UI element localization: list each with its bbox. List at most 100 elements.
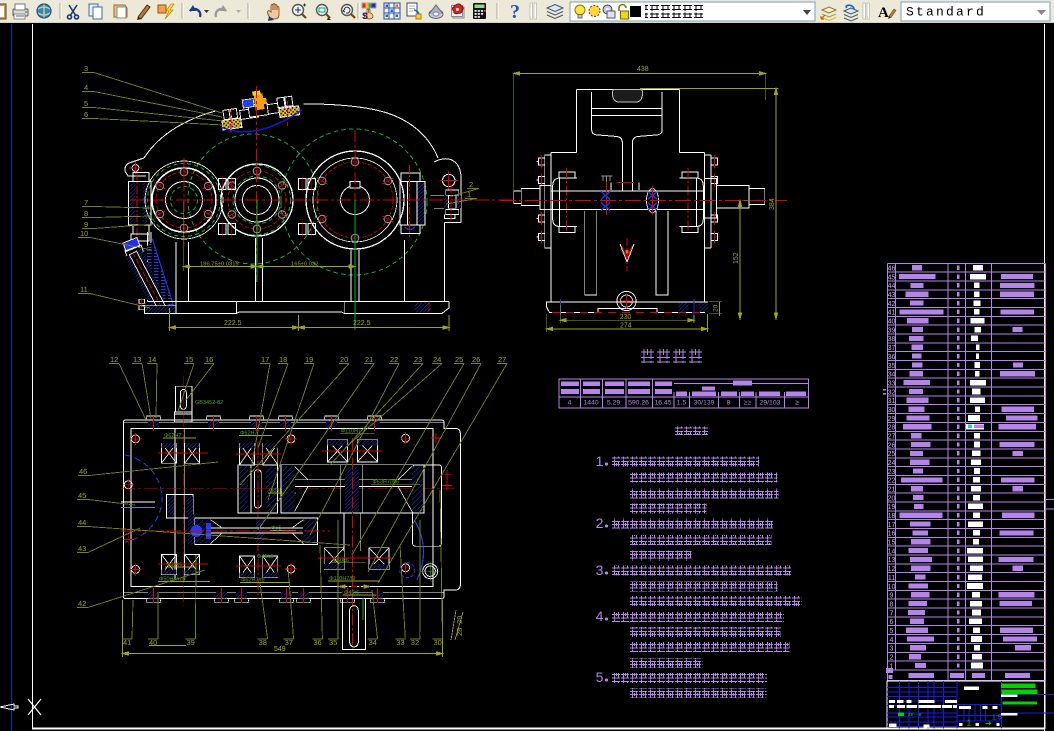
svg-text:13: 13 bbox=[133, 355, 141, 364]
svg-text:30: 30 bbox=[888, 407, 896, 414]
svg-text:1.5: 1.5 bbox=[677, 400, 687, 407]
svg-text:8: 8 bbox=[890, 601, 894, 608]
svg-text:27: 27 bbox=[888, 434, 896, 441]
svg-text:28: 28 bbox=[888, 425, 896, 432]
svg-text:24: 24 bbox=[433, 355, 441, 364]
svg-text:222.5: 222.5 bbox=[353, 320, 371, 327]
svg-text:13: 13 bbox=[888, 557, 896, 564]
svg-text:5: 5 bbox=[84, 99, 88, 108]
svg-text:S: S bbox=[362, 11, 368, 21]
svg-text:45: 45 bbox=[78, 491, 86, 500]
svg-text:5: 5 bbox=[890, 628, 894, 635]
svg-text:7: 7 bbox=[890, 610, 894, 617]
svg-text:29/103: 29/103 bbox=[760, 400, 781, 407]
svg-text:438: 438 bbox=[637, 66, 649, 73]
svg-text:31: 31 bbox=[888, 398, 896, 405]
svg-text:17: 17 bbox=[261, 355, 269, 364]
svg-text:GB3452-82: GB3452-82 bbox=[195, 400, 223, 406]
svg-text:44: 44 bbox=[888, 283, 896, 290]
svg-text:10: 10 bbox=[888, 584, 896, 591]
svg-text:2: 2 bbox=[890, 655, 894, 662]
svg-text:29: 29 bbox=[455, 616, 464, 624]
svg-text:42: 42 bbox=[888, 301, 896, 308]
svg-text:5.29: 5.29 bbox=[607, 400, 620, 407]
svg-text:1440: 1440 bbox=[583, 400, 598, 407]
svg-text:1: 1 bbox=[967, 719, 972, 728]
svg-text:19: 19 bbox=[888, 504, 896, 511]
svg-text:?: ? bbox=[510, 1, 520, 23]
svg-text:9: 9 bbox=[84, 220, 88, 229]
svg-text:29: 29 bbox=[888, 416, 896, 423]
svg-text:1:5: 1:5 bbox=[992, 715, 1002, 722]
svg-text:17: 17 bbox=[888, 522, 896, 529]
svg-text:21: 21 bbox=[365, 355, 373, 364]
svg-text:25: 25 bbox=[888, 451, 896, 458]
svg-text:42: 42 bbox=[78, 599, 86, 608]
svg-text:24: 24 bbox=[888, 460, 896, 467]
svg-text:9: 9 bbox=[890, 593, 894, 600]
svg-text:46: 46 bbox=[888, 266, 896, 273]
svg-text:20: 20 bbox=[340, 355, 348, 364]
svg-text:27: 27 bbox=[498, 355, 506, 364]
svg-text:4: 4 bbox=[890, 637, 894, 644]
svg-text:44: 44 bbox=[78, 518, 86, 527]
svg-text:8: 8 bbox=[84, 209, 88, 218]
svg-text:Φ45k6: Φ45k6 bbox=[257, 554, 273, 560]
svg-text:1: 1 bbox=[596, 453, 604, 469]
svg-text:≥≥: ≥≥ bbox=[744, 400, 752, 407]
svg-text:26: 26 bbox=[472, 355, 480, 364]
svg-text:152: 152 bbox=[733, 252, 740, 264]
svg-text:20: 20 bbox=[713, 304, 720, 312]
svg-text:43: 43 bbox=[78, 544, 86, 553]
svg-text:15: 15 bbox=[888, 540, 896, 547]
svg-text:16: 16 bbox=[205, 355, 213, 364]
svg-text:14: 14 bbox=[148, 355, 156, 364]
svg-text:18: 18 bbox=[888, 513, 896, 520]
svg-text:4: 4 bbox=[84, 83, 88, 92]
svg-text:25: 25 bbox=[455, 355, 463, 364]
svg-text:22: 22 bbox=[888, 478, 896, 485]
svg-text:1: 1 bbox=[467, 190, 471, 199]
svg-text:Standard: Standard bbox=[906, 5, 986, 20]
svg-text:36: 36 bbox=[888, 354, 896, 361]
svg-text:18: 18 bbox=[279, 355, 287, 364]
svg-text:6: 6 bbox=[890, 619, 894, 626]
svg-text:8: 8 bbox=[727, 400, 731, 407]
svg-text:7: 7 bbox=[84, 198, 88, 207]
svg-text:590.26: 590.26 bbox=[628, 400, 649, 407]
svg-text:ZH--B: ZH--B bbox=[908, 712, 922, 718]
svg-text:34: 34 bbox=[888, 372, 896, 379]
svg-text:43: 43 bbox=[888, 292, 896, 299]
svg-text:11: 11 bbox=[888, 575, 895, 582]
svg-text:222.5: 222.5 bbox=[224, 320, 242, 327]
svg-text:46: 46 bbox=[79, 467, 87, 476]
svg-text:37: 37 bbox=[888, 345, 896, 352]
svg-text:6: 6 bbox=[84, 110, 88, 119]
svg-text:165±0.032: 165±0.032 bbox=[291, 261, 318, 267]
svg-text:16.45: 16.45 bbox=[654, 400, 671, 407]
svg-text:38: 38 bbox=[888, 336, 896, 343]
svg-text:384: 384 bbox=[769, 198, 776, 210]
svg-text:4: 4 bbox=[596, 608, 604, 624]
svg-text:33: 33 bbox=[888, 380, 896, 387]
svg-text:3: 3 bbox=[84, 64, 88, 73]
svg-text:274: 274 bbox=[620, 323, 632, 330]
svg-text:16: 16 bbox=[888, 531, 896, 538]
svg-text:41: 41 bbox=[888, 310, 896, 317]
svg-text:20: 20 bbox=[888, 495, 896, 502]
svg-text:39: 39 bbox=[888, 327, 896, 334]
svg-text:11: 11 bbox=[80, 285, 88, 294]
svg-text:3: 3 bbox=[890, 646, 894, 653]
svg-text:2: 2 bbox=[596, 515, 604, 531]
svg-text:230: 230 bbox=[620, 314, 632, 321]
svg-text:22: 22 bbox=[390, 355, 398, 364]
svg-text:549: 549 bbox=[274, 646, 286, 653]
svg-text:12: 12 bbox=[888, 566, 896, 573]
svg-text:2: 2 bbox=[469, 180, 473, 189]
svg-text:23: 23 bbox=[414, 355, 422, 364]
svg-text:32: 32 bbox=[888, 389, 896, 396]
svg-text:45: 45 bbox=[888, 274, 896, 281]
svg-text:26: 26 bbox=[888, 442, 896, 449]
svg-text:15: 15 bbox=[185, 355, 193, 364]
svg-text:14: 14 bbox=[888, 548, 896, 555]
